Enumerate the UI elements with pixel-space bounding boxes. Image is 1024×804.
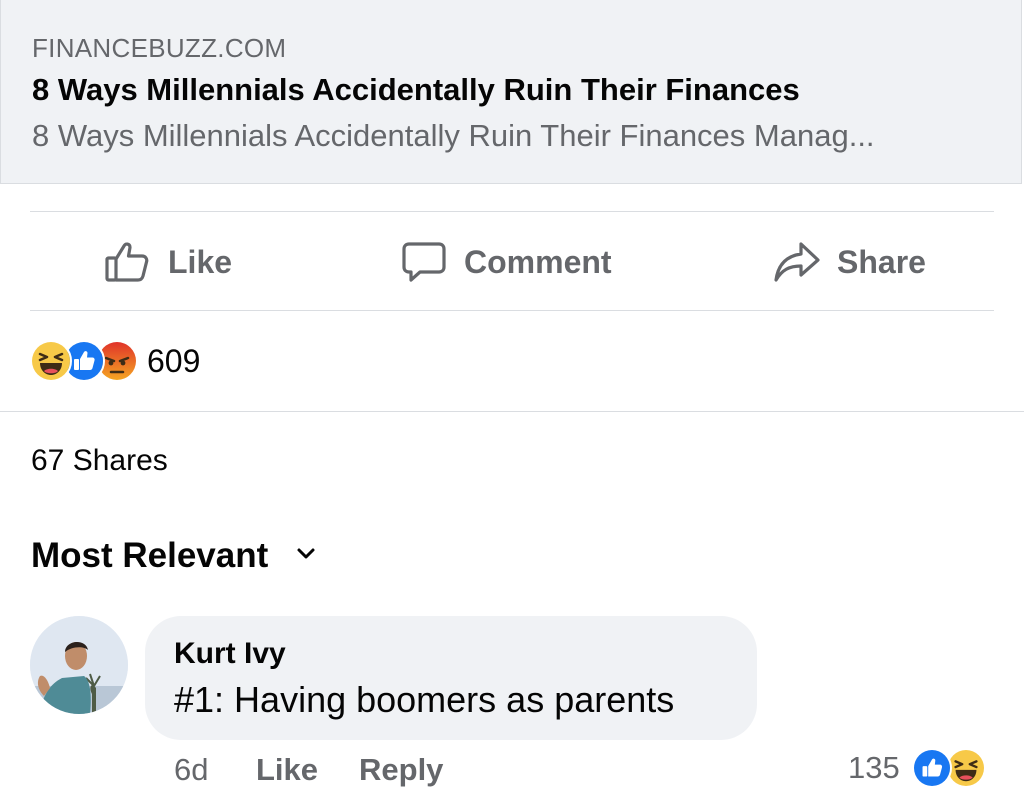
share-arrow-icon — [773, 238, 821, 286]
haha-icon — [30, 340, 72, 382]
share-button[interactable]: Share — [773, 232, 926, 292]
divider-actions — [30, 310, 994, 311]
comment-button[interactable]: Comment — [400, 232, 612, 292]
thumbs-up-icon — [104, 238, 152, 286]
chevron-down-icon — [296, 547, 316, 566]
comment-like-button[interactable]: Like — [256, 752, 318, 788]
link-description: 8 Ways Millennials Accidentally Ruin The… — [32, 118, 875, 153]
like-button[interactable]: Like — [104, 232, 232, 292]
reactions-summary[interactable]: 609 — [30, 340, 200, 382]
comment-reactions[interactable]: 135 — [848, 748, 986, 788]
divider-full — [0, 411, 1024, 412]
link-domain: FINANCEBUZZ.COM — [32, 33, 287, 63]
haha-icon — [945, 748, 986, 788]
comment-timestamp[interactable]: 6d — [174, 752, 208, 788]
comment-author[interactable]: Kurt Ivy — [174, 637, 286, 671]
like-label: Like — [168, 243, 233, 280]
divider-top — [30, 211, 994, 212]
comment-reply-button[interactable]: Reply — [359, 752, 443, 788]
comment-sort-dropdown[interactable]: Most Relevant — [31, 536, 316, 576]
avatar[interactable] — [30, 616, 128, 714]
like-icon — [911, 748, 952, 788]
sort-label: Most Relevant — [31, 536, 269, 575]
reaction-count: 609 — [147, 342, 201, 379]
comment-bubble-icon — [400, 238, 448, 286]
share-label: Share — [837, 243, 926, 280]
link-title[interactable]: 8 Ways Millennials Accidentally Ruin The… — [32, 72, 800, 108]
link-preview-card[interactable]: FINANCEBUZZ.COM 8 Ways Millennials Accid… — [0, 0, 1022, 184]
comment-text: #1: Having boomers as parents — [174, 679, 675, 720]
shares-count[interactable]: 67 Shares — [31, 444, 168, 478]
comment-label: Comment — [464, 243, 612, 280]
comment-bubble[interactable]: Kurt Ivy #1: Having boomers as parents — [145, 616, 757, 740]
comment-reaction-count: 135 — [848, 750, 900, 785]
